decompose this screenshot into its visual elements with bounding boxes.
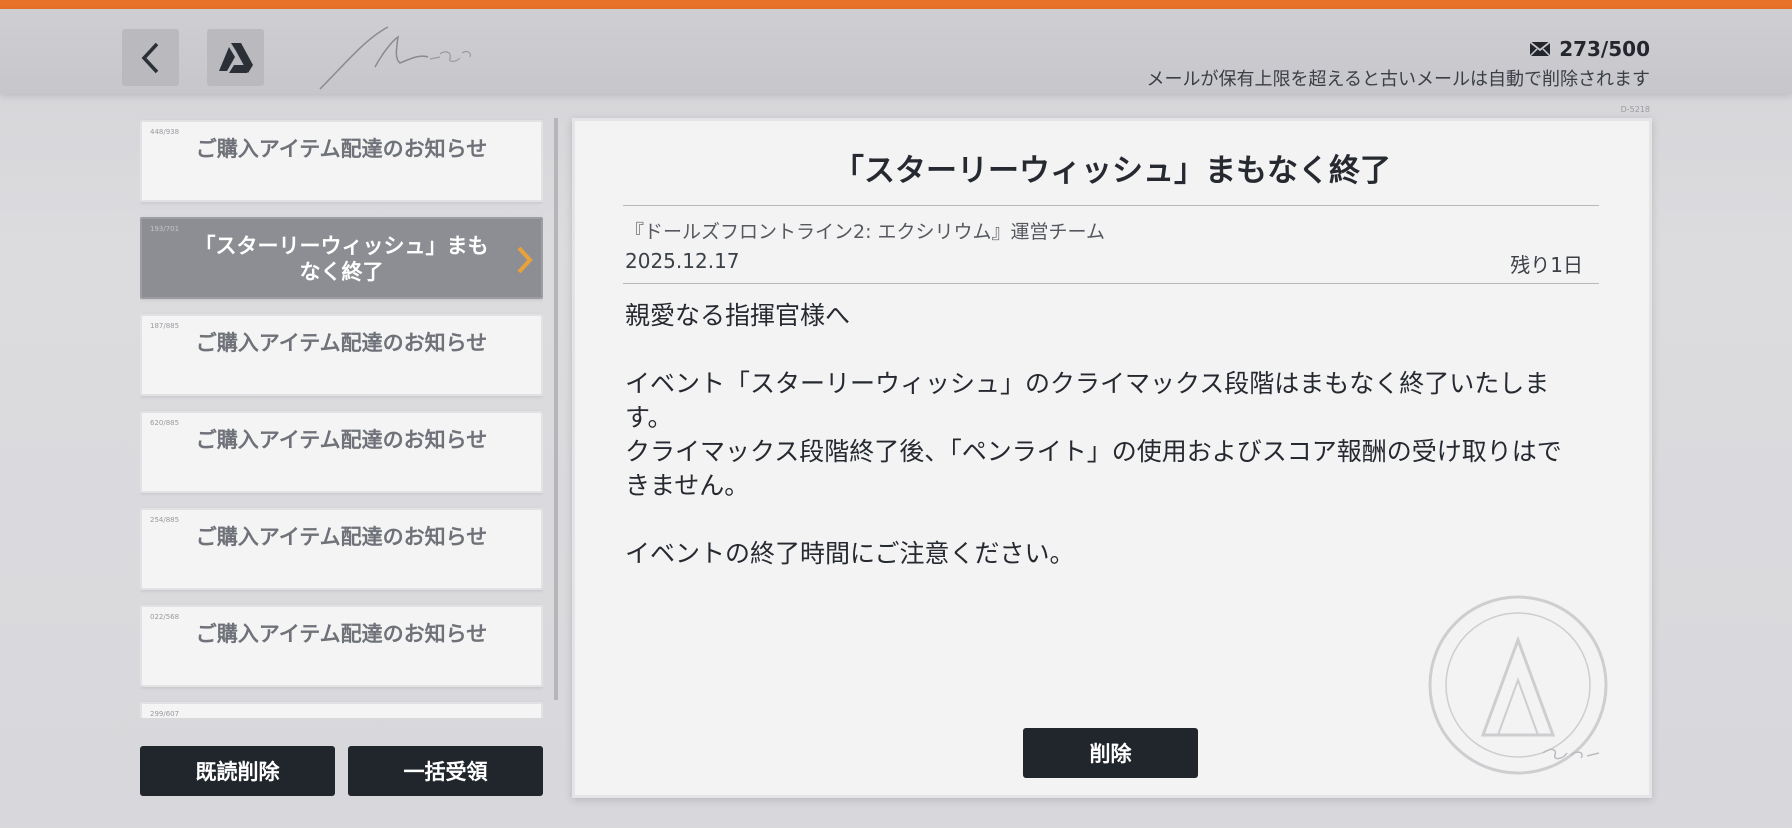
mail-date: 2025.12.17: [625, 249, 740, 273]
mail-id: 299/607: [150, 710, 180, 718]
chevron-right-icon: [517, 246, 533, 274]
mail-id: 448/938: [150, 128, 180, 136]
mail-remaining-time: 残り1日: [1510, 253, 1583, 277]
delete-read-button[interactable]: 既読削除: [140, 746, 335, 796]
mail-list-item[interactable]: 022/568 ご購入アイテム配達のお知らせ: [140, 605, 543, 687]
mail-id: 022/568: [150, 613, 180, 621]
mail-sender: 『ドールズフロントライン2: エクシリウム』運営チーム: [625, 221, 1105, 243]
mail-id: 193/701: [150, 225, 180, 233]
home-button[interactable]: [207, 29, 264, 86]
mail-list: 448/938 ご購入アイテム配達のお知らせ 193/701 「スターリーウィッ…: [140, 118, 543, 718]
mail-body: 親愛なる指揮官様へ イベント「スターリーウィッシュ」のクライマックス段階はまもな…: [625, 301, 1562, 568]
mail-list-item[interactable]: 448/938 ご購入アイテム配達のお知らせ: [140, 120, 543, 202]
footer-strip: [0, 806, 1792, 828]
mail-title: ご購入アイテム配達のお知らせ: [195, 525, 488, 549]
detail-code: D-5218: [1620, 105, 1650, 114]
back-button[interactable]: [122, 29, 179, 86]
stamp-seal-icon: [1428, 595, 1608, 775]
divider: [623, 205, 1599, 206]
mail-limit-note: メールが保有上限を超えると古いメールは自動で削除されます: [1146, 69, 1650, 90]
mail-id: 620/885: [150, 419, 180, 427]
divider: [623, 283, 1599, 284]
home-logo-icon: [218, 42, 253, 73]
mail-detail-panel: 「スターリーウィッシュ」まもなく終了 『ドールズフロントライン2: エクシリウム…: [572, 118, 1652, 798]
envelope-icon: [1529, 41, 1551, 57]
chevron-left-icon: [141, 42, 158, 73]
mail-count: 273/500: [1529, 37, 1650, 61]
mail-title: ご購入アイテム配達のお知らせ: [195, 137, 488, 161]
mail-title: 「スターリーウィッシュ」まもなく終了: [194, 234, 489, 284]
mail-title: ご購入アイテム配達のお知らせ: [195, 428, 488, 452]
top-accent-stripe: [0, 0, 1792, 9]
mail-title: ご購入アイテム配達のお知らせ: [195, 331, 488, 355]
mail-subject: 「スターリーウィッシュ」まもなく終了: [833, 153, 1391, 189]
mail-id: 254/885: [150, 516, 180, 524]
mail-list-item-partial[interactable]: 299/607: [140, 702, 543, 718]
mail-list-item[interactable]: 254/885 ご購入アイテム配達のお知らせ: [140, 508, 543, 590]
mail-list-item[interactable]: 187/885 ご購入アイテム配達のお知らせ: [140, 314, 543, 396]
mail-count-value: 273/500: [1559, 37, 1650, 61]
mail-title: ご購入アイテム配達のお知らせ: [195, 622, 488, 646]
mail-list-item[interactable]: 620/885 ご購入アイテム配達のお知らせ: [140, 411, 543, 493]
mail-id: 187/885: [150, 322, 180, 330]
mail-list-scrollbar[interactable]: [554, 118, 558, 700]
mail-list-item-selected[interactable]: 193/701 「スターリーウィッシュ」まもなく終了: [140, 217, 543, 299]
header-bar: 273/500 メールが保有上限を超えると古いメールは自動で削除されます: [0, 9, 1792, 94]
delete-button[interactable]: 削除: [1023, 728, 1198, 778]
receive-all-button[interactable]: 一括受領: [348, 746, 543, 796]
signature-decoration: [319, 26, 471, 90]
